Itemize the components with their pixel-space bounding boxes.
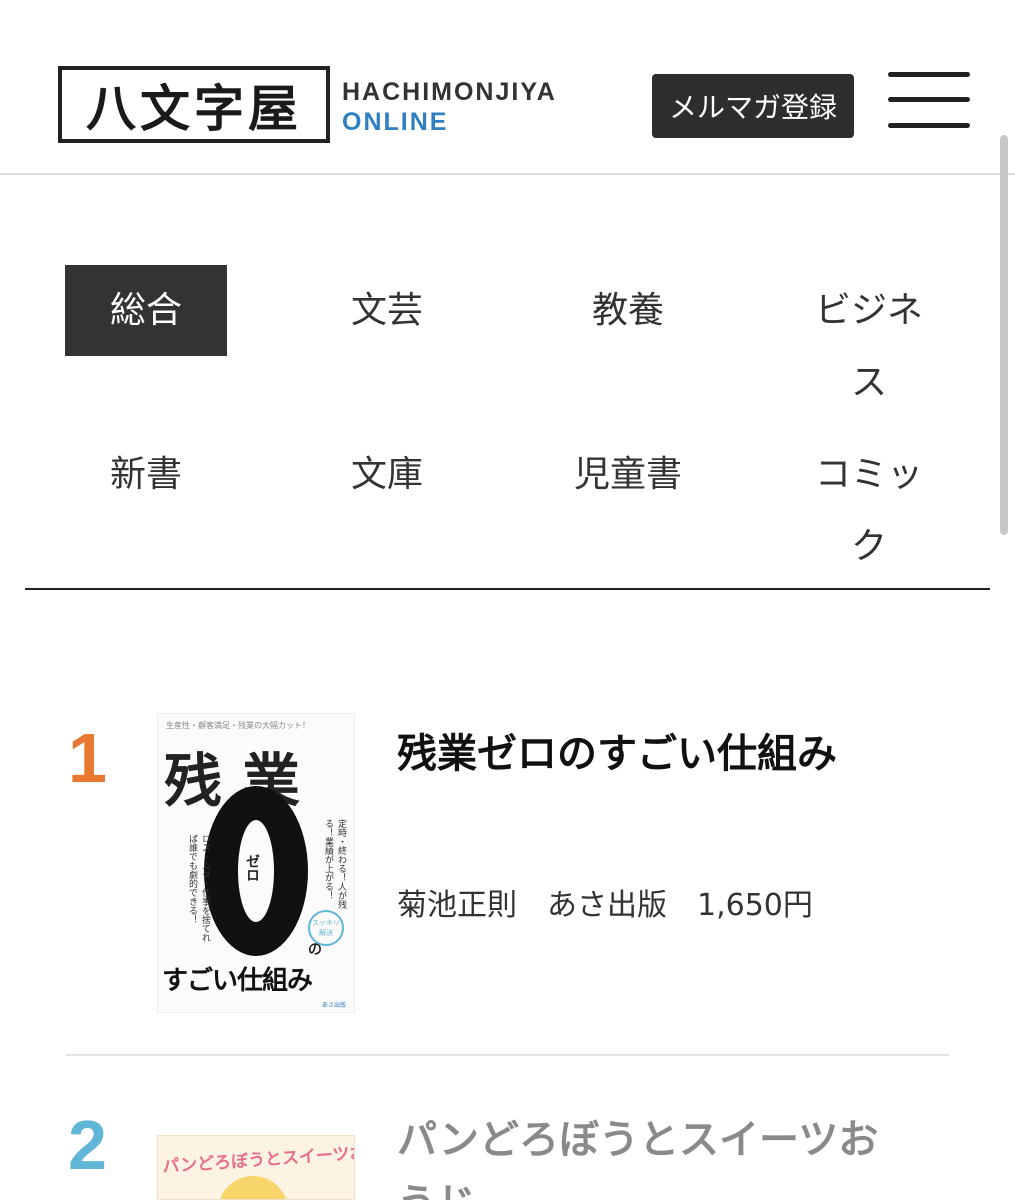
hamburger-menu-icon[interactable] [888, 72, 970, 130]
cover-side-text-right: 定時・終わる！人が残る！業績が上がる！ [323, 819, 346, 909]
book-title-link[interactable]: パンどろぼうとスイーツおうじ [397, 1108, 917, 1200]
page-scrollbar[interactable] [1000, 135, 1008, 535]
cover-zero-label: ゼロ [244, 854, 260, 882]
cover-publisher: あさ出版 [321, 1002, 346, 1009]
tabs-divider [25, 588, 990, 590]
item-divider [66, 1054, 949, 1056]
tab-bunko[interactable]: 文庫 [306, 439, 468, 511]
rank-number: 1 [68, 719, 107, 797]
book-cover-image[interactable]: パンどろぼうとスイーツおうじ [157, 1135, 355, 1200]
tab-business[interactable]: ビジネス [809, 275, 929, 419]
cover-badge: スッキリ解決 [308, 910, 344, 946]
tab-liberal-arts[interactable]: 教養 [547, 275, 709, 347]
tab-shinsho[interactable]: 新書 [65, 439, 227, 511]
rank-number: 2 [68, 1106, 107, 1184]
cover-bottom-title: すごい仕組み [162, 966, 313, 996]
site-header: 八文字屋 HACHIMONJIYA ONLINE メルマガ登録 [0, 0, 1015, 175]
tab-general[interactable]: 総合 [65, 265, 227, 356]
book-title-link[interactable]: 残業ゼロのすごい仕組み [397, 722, 917, 786]
logo-text: 八文字屋 [86, 78, 302, 138]
tab-childrens-books[interactable]: 児童書 [547, 439, 709, 511]
hamburger-line [888, 72, 970, 77]
tab-comics[interactable]: コミック [809, 439, 929, 583]
logo-subtitle-hachimonjiya: HACHIMONJIYA [342, 78, 557, 106]
cover-top-text: 生産性・顧客満足・残業の大幅カット！ [166, 721, 310, 730]
cover-title: パンどろぼうとスイーツおうじ [161, 1140, 355, 1178]
newsletter-signup-button[interactable]: メルマガ登録 [652, 74, 854, 138]
hamburger-line [888, 123, 970, 128]
site-logo[interactable]: 八文字屋 [58, 66, 330, 143]
tab-literature[interactable]: 文芸 [306, 275, 468, 347]
book-cover-image[interactable]: 生産性・顧客満足・残業の大幅カット！ 残業 ゼロ の ロス・ムダ・仕事を捨てれば… [157, 713, 355, 1013]
logo-subtitle-online: ONLINE [342, 108, 449, 136]
hamburger-line [888, 97, 970, 102]
cover-illustration [218, 1176, 288, 1199]
book-meta: 菊池正則 あさ出版 1,650円 [397, 888, 813, 923]
cover-side-text-left: ロス・ムダ・仕事を捨てれば誰でも劇的できる！ [187, 834, 210, 942]
